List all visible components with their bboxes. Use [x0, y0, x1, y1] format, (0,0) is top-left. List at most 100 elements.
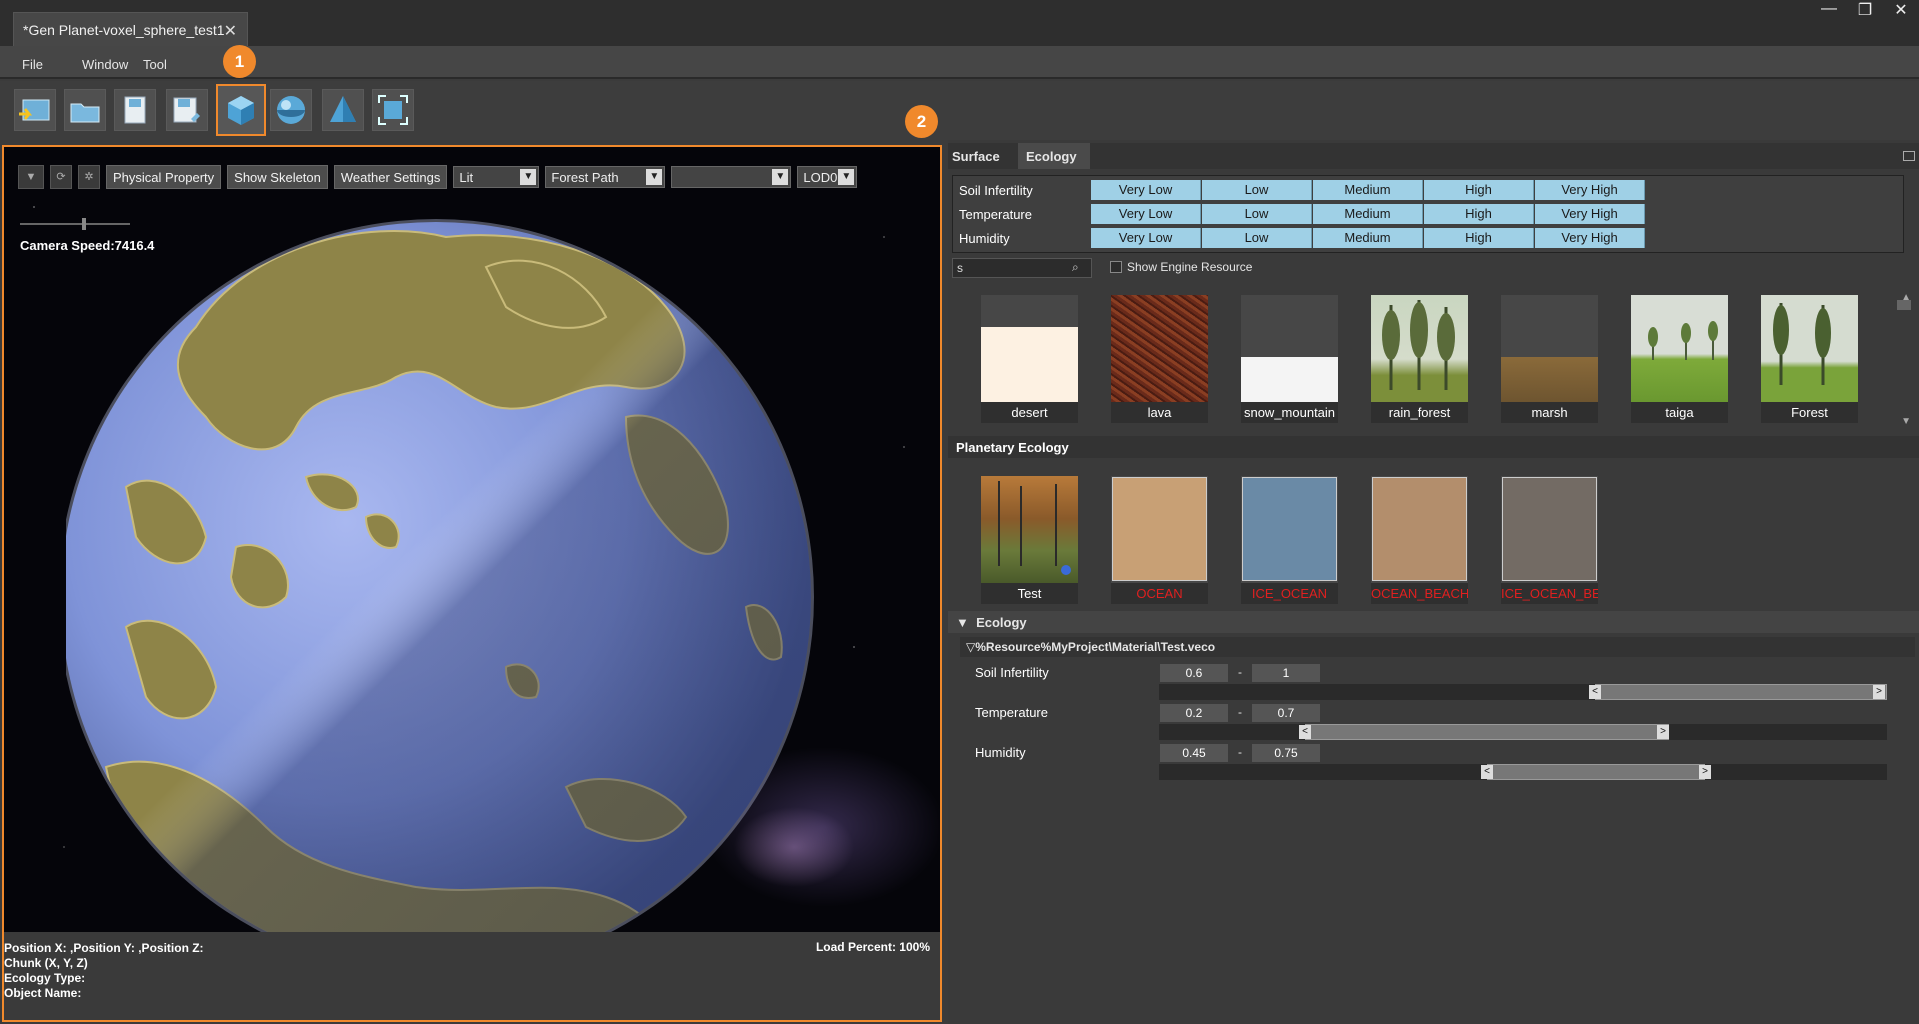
filter-cell[interactable]: Very High	[1535, 228, 1645, 248]
surface-label: snow_mountain	[1241, 402, 1338, 423]
filter-cell[interactable]: Very Low	[1091, 204, 1201, 224]
range-handle-max[interactable]: >	[1873, 685, 1885, 699]
ecology-item-test[interactable]: Test	[981, 476, 1078, 604]
physical-property-button[interactable]: Physical Property	[106, 165, 222, 189]
menu-file[interactable]: File	[22, 57, 43, 72]
param-label: Soil Infertility	[975, 665, 1049, 680]
slider-knob[interactable]	[82, 218, 86, 230]
filter-cell[interactable]: Very Low	[1091, 228, 1201, 248]
settings-icon[interactable]: ✲	[78, 165, 100, 189]
viewport-menu-icon[interactable]: ▼	[18, 165, 44, 189]
dock-icon[interactable]	[1903, 151, 1915, 161]
surface-label: marsh	[1501, 402, 1598, 423]
ecology-label: OCEAN	[1111, 583, 1208, 604]
filter-cell[interactable]: Medium	[1313, 228, 1423, 248]
ecology-item-ice-ocean-beach[interactable]: ICE_OCEAN_BEAC	[1501, 476, 1598, 604]
resource-path-row[interactable]: ▽%Resource%MyProject\Material\Test.veco	[960, 637, 1915, 657]
range-handle-min[interactable]: <	[1299, 725, 1311, 739]
param-max-field[interactable]: 0.75	[1252, 744, 1320, 762]
lod-select[interactable]: LOD0 ▼	[797, 166, 858, 188]
weather-settings-button[interactable]: Weather Settings	[333, 165, 448, 189]
open-icon[interactable]	[114, 89, 156, 131]
ecology-section-header[interactable]: ▼ Ecology	[948, 611, 1919, 633]
ecology-item-ice-ocean[interactable]: ICE_OCEAN	[1241, 476, 1338, 604]
render-mode-select[interactable]: Lit ▼	[453, 166, 540, 188]
collapse-icon[interactable]: ▼	[956, 615, 976, 630]
surface-image-snow-mountain	[1241, 295, 1338, 402]
show-skeleton-button[interactable]: Show Skeleton	[227, 165, 328, 189]
param-min-field[interactable]: 0.6	[1160, 664, 1228, 682]
voxel-cube-icon[interactable]	[216, 84, 266, 136]
scrollbar-thumb[interactable]	[1897, 300, 1911, 310]
filter-cell[interactable]: Low	[1202, 204, 1312, 224]
filter-cell[interactable]: Very Low	[1091, 180, 1201, 200]
surface-image-taiga	[1631, 295, 1728, 402]
checkbox-box[interactable]	[1110, 261, 1122, 273]
document-tab[interactable]: *Gen Planet-voxel_sphere_test1 ✕	[13, 12, 248, 47]
import-icon[interactable]	[14, 89, 56, 131]
param-min-field[interactable]: 0.45	[1160, 744, 1228, 762]
surface-item[interactable]: rain_forest	[1371, 295, 1468, 423]
pyramid-icon[interactable]	[322, 89, 364, 131]
filter-cell[interactable]: High	[1424, 204, 1534, 224]
menu-window[interactable]: Window	[82, 57, 128, 72]
right-panel: Surface Ecology Soil Infertility Very Lo…	[948, 140, 1919, 1024]
surface-item[interactable]: Forest	[1761, 295, 1858, 423]
range-handle-min[interactable]: <	[1589, 685, 1601, 699]
filter-cell[interactable]: Low	[1202, 228, 1312, 248]
filter-cell[interactable]: Low	[1202, 180, 1312, 200]
close-window-icon[interactable]: ✕	[1891, 0, 1911, 20]
expand-icon[interactable]: ▽	[966, 640, 975, 654]
range-slider[interactable]: < >	[1159, 724, 1887, 740]
open-folder-icon[interactable]	[64, 89, 106, 131]
path-mode-select[interactable]: Forest Path ▼	[545, 166, 666, 188]
tab-surface[interactable]: Surface	[948, 143, 1004, 169]
restore-icon[interactable]: ❐	[1855, 0, 1875, 20]
filter-cell[interactable]: Very High	[1535, 180, 1645, 200]
filter-cell[interactable]: High	[1424, 180, 1534, 200]
fit-view-icon[interactable]	[372, 89, 414, 131]
viewport-status: Position X: ,Position Y: ,Position Z: Ch…	[4, 932, 940, 1020]
param-max-field[interactable]: 0.7	[1252, 704, 1320, 722]
save-icon[interactable]	[166, 89, 208, 131]
filter-cell[interactable]: Very High	[1535, 204, 1645, 224]
range-dash: -	[1238, 705, 1242, 719]
empty-select[interactable]: ▼	[671, 166, 792, 188]
surface-image-marsh	[1501, 295, 1598, 402]
range-handle-max[interactable]: >	[1699, 765, 1711, 779]
range-handle-max[interactable]: >	[1657, 725, 1669, 739]
panel-tabs: Surface Ecology	[948, 143, 1919, 169]
surface-item[interactable]: taiga	[1631, 295, 1728, 423]
ecology-image	[1371, 476, 1468, 583]
sphere-icon[interactable]	[270, 89, 312, 131]
render-mode-value: Lit	[459, 170, 474, 185]
refresh-icon[interactable]: ⟳	[50, 165, 72, 189]
range-handle-min[interactable]: <	[1481, 765, 1493, 779]
surface-item[interactable]: snow_mountain	[1241, 295, 1338, 423]
surface-item[interactable]: marsh	[1501, 295, 1598, 423]
chevron-down-icon: ▼	[646, 169, 663, 185]
scroll-down-icon[interactable]: ▼	[1901, 416, 1911, 427]
ecology-item-ocean[interactable]: OCEAN	[1111, 476, 1208, 604]
camera-speed-slider[interactable]	[20, 218, 130, 230]
range-slider[interactable]: < >	[1159, 764, 1887, 780]
ecology-item-ocean-beach[interactable]: OCEAN_BEACH	[1371, 476, 1468, 604]
resource-search-input[interactable]: s	[952, 258, 1092, 278]
minimize-icon[interactable]: —	[1819, 0, 1839, 20]
show-engine-resource-checkbox[interactable]: Show Engine Resource	[1110, 260, 1252, 274]
tab-ecology[interactable]: Ecology	[1018, 143, 1090, 169]
param-min-field[interactable]: 0.2	[1160, 704, 1228, 722]
filter-cell[interactable]: Medium	[1313, 204, 1423, 224]
filter-cell[interactable]: High	[1424, 228, 1534, 248]
menu-tool[interactable]: Tool	[143, 57, 167, 72]
ecology-label: ICE_OCEAN_BEAC	[1501, 583, 1598, 604]
planet-viewport[interactable]: ▼ ⟳ ✲ Physical Property Show Skeleton We…	[2, 145, 942, 1022]
range-slider[interactable]: < >	[1159, 684, 1887, 700]
param-max-field[interactable]: 1	[1252, 664, 1320, 682]
surface-item[interactable]: lava	[1111, 295, 1208, 423]
filter-cell[interactable]: Medium	[1313, 180, 1423, 200]
camera-speed-label: Camera Speed:7416.4	[20, 238, 155, 253]
surface-item[interactable]: desert	[981, 295, 1078, 423]
search-icon[interactable]: ⌕	[1072, 260, 1090, 276]
close-tab-icon[interactable]: ✕	[224, 21, 237, 41]
